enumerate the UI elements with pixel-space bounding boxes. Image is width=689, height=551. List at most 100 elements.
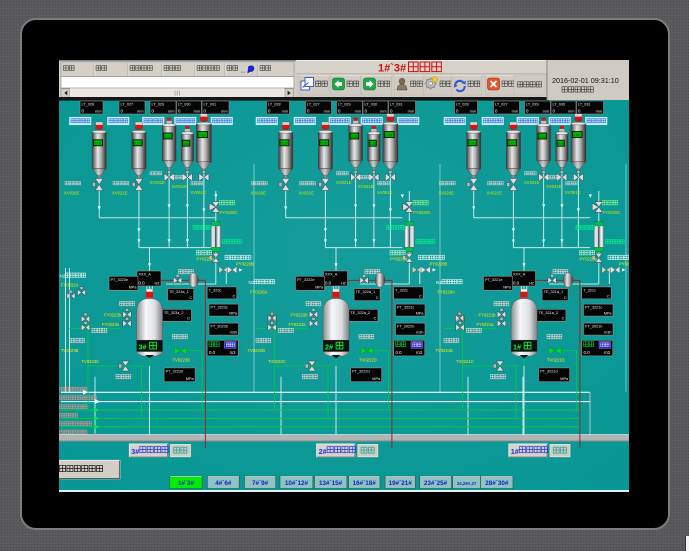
svg-text:LT_029: LT_029 bbox=[526, 103, 539, 107]
svg-text:TE_322a_2: TE_322a_2 bbox=[350, 311, 370, 315]
svg-text:0.0: 0.0 bbox=[513, 280, 520, 285]
svg-text:mm: mm bbox=[408, 109, 414, 113]
svg-text:PT_3221c: PT_3221c bbox=[585, 306, 602, 310]
svg-text:XV031E: XV031E bbox=[150, 180, 166, 185]
svg-text:0.00: 0.00 bbox=[164, 135, 171, 139]
svg-text:13#`15#: 13#`15# bbox=[319, 480, 343, 487]
svg-text:0.00: 0.00 bbox=[94, 142, 101, 146]
svg-text:C: C bbox=[419, 294, 422, 298]
svg-text:mm: mm bbox=[194, 109, 200, 113]
svg-text:C: C bbox=[232, 294, 235, 298]
svg-text:mm: mm bbox=[512, 109, 518, 113]
svg-text:mm: mm bbox=[95, 109, 101, 113]
svg-text:XXX_A: XXX_A bbox=[139, 273, 152, 277]
svg-text:XV051E: XV051E bbox=[565, 190, 581, 195]
svg-text:XV051E: XV051E bbox=[377, 190, 393, 195]
svg-text:TV0222D: TV0222D bbox=[359, 358, 377, 363]
svg-text:TV0222B: TV0222B bbox=[248, 348, 266, 353]
svg-text:0.0: 0.0 bbox=[325, 280, 332, 285]
svg-text:0.00: 0.00 bbox=[573, 133, 580, 137]
svg-text:N2: N2 bbox=[60, 274, 66, 279]
svg-text:C: C bbox=[562, 317, 565, 321]
svg-text:PT_3223e: PT_3223e bbox=[111, 278, 129, 282]
svg-text:0.0: 0.0 bbox=[396, 350, 403, 355]
svg-text:LT_031: LT_031 bbox=[578, 103, 591, 107]
svg-text:PT_3221e: PT_3221e bbox=[485, 278, 503, 282]
svg-text:0.00: 0.00 bbox=[281, 142, 288, 146]
svg-text:m3: m3 bbox=[416, 350, 422, 355]
svg-text:LT_031: LT_031 bbox=[204, 103, 217, 107]
svg-text:TV0222C: TV0222C bbox=[268, 359, 286, 364]
svg-text:XV051E: XV051E bbox=[191, 190, 207, 195]
svg-text:TE_323a_1: TE_323a_1 bbox=[169, 290, 189, 294]
svg-text:PY0220B: PY0220B bbox=[619, 261, 629, 266]
svg-text:0.00: 0.00 bbox=[385, 133, 392, 137]
svg-text:28#`30#: 28#`30# bbox=[485, 480, 509, 487]
svg-text:LT_030: LT_030 bbox=[178, 103, 191, 107]
svg-text:FY0226A: FY0226A bbox=[250, 290, 268, 295]
svg-text:mm: mm bbox=[596, 109, 602, 113]
svg-text:7#`9#: 7#`9# bbox=[252, 480, 269, 487]
svg-text:19#`21#: 19#`21# bbox=[389, 480, 413, 487]
svg-text:4#`6#: 4#`6# bbox=[215, 480, 232, 487]
svg-text:C: C bbox=[189, 296, 192, 300]
svg-text:FY0222b: FY0222b bbox=[291, 313, 309, 318]
svg-text:XXX_A: XXX_A bbox=[513, 273, 526, 277]
svg-text:C: C bbox=[376, 296, 379, 300]
svg-text:1#: 1# bbox=[513, 343, 521, 352]
svg-text:C: C bbox=[187, 317, 190, 321]
svg-text:FT_3023b: FT_3023b bbox=[211, 325, 228, 329]
svg-text:PY0220a: PY0220a bbox=[197, 257, 215, 262]
svg-text:XV041E: XV041E bbox=[546, 184, 562, 189]
svg-text:2016-02-01 09:31:10: 2016-02-01 09:31:10 bbox=[552, 76, 619, 85]
svg-text:0.00: 0.00 bbox=[469, 142, 476, 146]
svg-text:TE_321a_2: TE_321a_2 bbox=[538, 311, 558, 315]
svg-text:1#`3#: 1#`3# bbox=[178, 480, 195, 487]
svg-text:MPa: MPa bbox=[560, 377, 569, 381]
svg-text:T_321c: T_321c bbox=[583, 289, 596, 293]
svg-text:m3: m3 bbox=[230, 350, 236, 355]
svg-text:0.00: 0.00 bbox=[509, 142, 516, 146]
svg-text:0.00: 0.00 bbox=[134, 142, 141, 146]
svg-text:XV031E: XV031E bbox=[524, 180, 540, 185]
svg-text:0.0: 0.0 bbox=[209, 350, 216, 355]
svg-text:10#`12#: 10#`12# bbox=[285, 480, 309, 487]
svg-text:PT_3222c: PT_3222c bbox=[397, 306, 414, 310]
svg-text:C: C bbox=[607, 294, 610, 298]
svg-text:LT_028: LT_028 bbox=[82, 103, 95, 107]
svg-text:LT_030: LT_030 bbox=[553, 103, 566, 107]
svg-text:mm: mm bbox=[282, 109, 288, 113]
svg-text:PY0220C: PY0220C bbox=[603, 210, 621, 215]
svg-text:XV026E: XV026E bbox=[64, 191, 80, 196]
svg-text:HZ: HZ bbox=[154, 281, 160, 285]
svg-text:0.00: 0.00 bbox=[558, 142, 565, 146]
svg-text:LT_029: LT_029 bbox=[152, 103, 165, 107]
svg-text:2#: 2# bbox=[319, 447, 327, 456]
svg-text:FY0226A: FY0226A bbox=[438, 290, 456, 295]
svg-text:TE_323a_2: TE_323a_2 bbox=[164, 311, 184, 315]
svg-text:LT_028: LT_028 bbox=[456, 103, 469, 107]
svg-text:PY0220B: PY0220B bbox=[236, 261, 254, 266]
svg-text:mm: mm bbox=[221, 109, 227, 113]
svg-text:N2: N2 bbox=[249, 280, 255, 285]
svg-text:FT_3021b: FT_3021b bbox=[585, 325, 602, 329]
svg-text:2#: 2# bbox=[325, 343, 333, 352]
svg-text:PT_3223d: PT_3223d bbox=[166, 370, 184, 374]
svg-text:PT_3222d: PT_3222d bbox=[352, 370, 370, 374]
svg-text:...: ... bbox=[241, 69, 246, 75]
svg-text:mm: mm bbox=[380, 109, 386, 113]
svg-text:mm: mm bbox=[543, 109, 549, 113]
svg-text:TV0221D: TV0221D bbox=[547, 358, 565, 363]
svg-text:PY0220a: PY0220a bbox=[390, 257, 408, 262]
svg-text:TV0221C: TV0221C bbox=[456, 359, 474, 364]
svg-text:0.0: 0.0 bbox=[584, 350, 591, 355]
svg-text:C: C bbox=[564, 296, 567, 300]
svg-text:24,26#,27: 24,26#,27 bbox=[457, 481, 477, 486]
svg-text:XV041E: XV041E bbox=[172, 184, 188, 189]
svg-text:XV041E: XV041E bbox=[358, 184, 374, 189]
svg-text:1#`3#: 1#`3# bbox=[378, 62, 406, 74]
svg-text:m3h: m3h bbox=[230, 331, 237, 335]
svg-text:mm: mm bbox=[470, 109, 476, 113]
svg-text:TV0223D: TV0223D bbox=[173, 358, 191, 363]
svg-text:C: C bbox=[374, 317, 377, 321]
